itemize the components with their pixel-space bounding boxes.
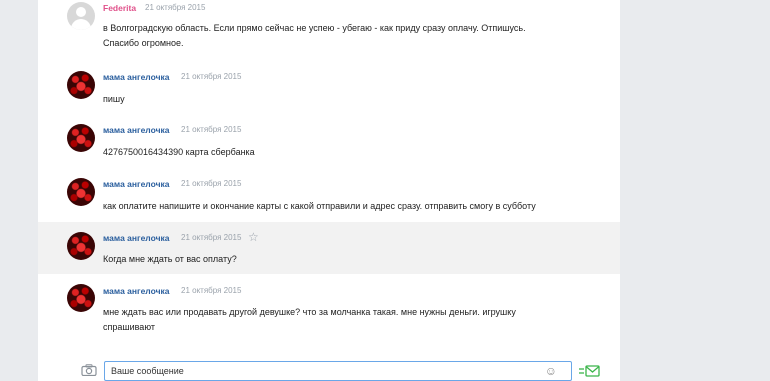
avatar[interactable]	[67, 2, 95, 30]
message-text: мне ждать вас или продавать другой девуш…	[103, 305, 573, 335]
message-line: в Волгоградскую область. Если прямо сейч…	[103, 23, 526, 33]
conversation-panel: Federita 21 октября 2015 в Волгоградскую…	[38, 0, 620, 381]
smile-icon[interactable]: ☺	[545, 364, 557, 378]
message-line: мне ждать вас или продавать другой девуш…	[103, 307, 516, 317]
avatar[interactable]	[67, 178, 95, 206]
message-date: 21 октября 2015	[181, 125, 242, 134]
message-author[interactable]: мама ангелочка	[103, 233, 169, 243]
message-line: 4276750016434390 карта сбербанка	[103, 147, 255, 157]
message-date: 21 октября 2015	[181, 72, 242, 81]
message-item: мама ангелочка 21 октября 2015 мне ждать…	[38, 280, 620, 350]
message-line: спрашивают	[103, 322, 155, 332]
message-date: 21 октября 2015	[181, 233, 242, 242]
message-text: 4276750016434390 карта сбербанка	[103, 145, 573, 160]
message-item: мама ангелочка 21 октября 2015 427675001…	[38, 118, 620, 168]
camera-icon[interactable]	[81, 364, 97, 377]
message-author[interactable]: мама ангелочка	[103, 286, 169, 296]
message-text: в Волгоградскую область. Если прямо сейч…	[103, 21, 573, 51]
message-line: Спасибо огромное.	[103, 38, 184, 48]
message-item: Federita 21 октября 2015 в Волгоградскую…	[38, 0, 620, 60]
avatar[interactable]	[67, 124, 95, 152]
message-author[interactable]: Federita	[103, 3, 136, 13]
star-icon[interactable]: ☆	[248, 230, 259, 244]
message-text: Когда мне ждать от вас оплату?	[103, 252, 573, 267]
message-date: 21 октября 2015	[145, 3, 206, 12]
message-date: 21 октября 2015	[181, 179, 242, 188]
message-item: мама ангелочка 21 октября 2015 пишу	[38, 65, 620, 115]
message-line: как оплатите напишите и окончание карты …	[103, 201, 536, 211]
message-text: пишу	[103, 92, 573, 107]
message-item: мама ангелочка 21 октября 2015 ☆ Когда м…	[38, 222, 620, 274]
message-line: пишу	[103, 94, 125, 104]
message-author[interactable]: мама ангелочка	[103, 179, 169, 189]
send-icon[interactable]	[578, 364, 602, 378]
message-date: 21 октября 2015	[181, 286, 242, 295]
message-item: мама ангелочка 21 октября 2015 как оплат…	[38, 172, 620, 222]
message-input-box[interactable]: ☺	[104, 361, 572, 381]
message-line: Когда мне ждать от вас оплату?	[103, 254, 237, 264]
message-author[interactable]: мама ангелочка	[103, 72, 169, 82]
message-text: как оплатите напишите и окончание карты …	[103, 199, 573, 214]
avatar[interactable]	[67, 284, 95, 312]
message-author[interactable]: мама ангелочка	[103, 125, 169, 135]
avatar[interactable]	[67, 232, 95, 260]
message-input[interactable]	[105, 362, 531, 380]
avatar[interactable]	[67, 71, 95, 99]
